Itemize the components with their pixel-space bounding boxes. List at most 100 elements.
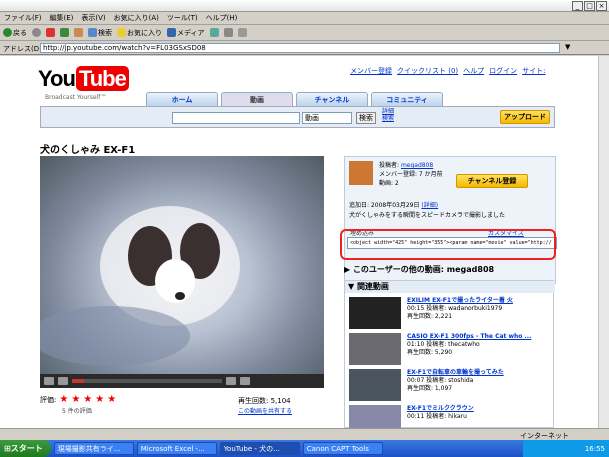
share-link[interactable]: この動画を共有する: [238, 406, 292, 415]
link-help[interactable]: ヘルプ: [463, 66, 484, 76]
dog-image: [30, 206, 240, 366]
search-input[interactable]: [172, 112, 300, 124]
video-title: 犬のくしゃみ EX-F1: [40, 145, 136, 156]
start-button[interactable]: ⊞ スタート: [0, 440, 51, 457]
task-button[interactable]: Canon CAPT Tools: [302, 442, 383, 455]
address-bar: アドレス(D) http://jp.youtube.com/watch?v=FL…: [0, 41, 609, 55]
video-description: 犬がくしゃみをする瞬間をスピードカメラで撮影しました: [349, 212, 506, 219]
forward-button[interactable]: [32, 28, 41, 37]
video-thumbnail[interactable]: [349, 405, 401, 428]
print-icon: [237, 28, 247, 37]
refresh-button[interactable]: [60, 28, 69, 37]
progress-bar[interactable]: [72, 379, 222, 383]
highlight-annotation: [340, 229, 556, 260]
menu-tools[interactable]: ツール(T): [167, 13, 198, 23]
print-button[interactable]: [237, 28, 247, 37]
mail-button[interactable]: [223, 28, 233, 37]
favorites-button[interactable]: お気に入り: [117, 28, 162, 38]
star-icon[interactable]: ★: [71, 394, 80, 405]
mail-icon: [223, 28, 233, 37]
task-button[interactable]: Microsoft Excel -...: [136, 442, 217, 455]
list-item[interactable]: EXILIM EX-F1で撮ったライター着 火 00:15 投稿者: wadano…: [349, 297, 553, 331]
related-header: ▼ 関連動画: [345, 281, 555, 293]
search-submit-button[interactable]: 検索: [356, 112, 376, 124]
video-frame[interactable]: [30, 156, 324, 374]
forward-arrow-icon: [32, 28, 41, 37]
uploader-link[interactable]: megad808: [401, 162, 433, 169]
tab-channels[interactable]: チャンネル: [296, 92, 368, 106]
list-item[interactable]: EX-F1で自転車の車輪を撮ってみた 00:07 投稿者: stoshida 再生回…: [349, 369, 553, 403]
menu-help[interactable]: ヘルプ(H): [206, 13, 238, 23]
search-icon: [88, 28, 97, 37]
stop-button[interactable]: [46, 28, 55, 37]
link-signup[interactable]: メンバー登録: [350, 66, 392, 76]
home-icon: [74, 28, 83, 37]
rating: 評価: ★ ★ ★ ★ ★: [40, 394, 117, 405]
list-item[interactable]: EX-F1でミルククラウン 00:11 投稿者: hikaru: [349, 405, 553, 428]
taskbar: ⊞ スタート 現場撮影共有ライ... Microsoft Excel -... …: [0, 440, 609, 457]
star-icon[interactable]: ★: [83, 394, 92, 405]
fullscreen-icon[interactable]: [240, 377, 250, 385]
list-item[interactable]: CASIO EX-F1 300fps - The Cat who ... 01:1…: [349, 333, 553, 367]
video-player[interactable]: [30, 156, 324, 388]
expand-icon: ▶: [344, 265, 353, 274]
status-bar: インターネット: [0, 428, 609, 440]
search-category-select[interactable]: 動画: [302, 112, 352, 124]
youtube-logo[interactable]: You Tube: [38, 66, 129, 92]
tab-community[interactable]: コミュニティ: [371, 92, 443, 106]
page-viewport: You Tube Broadcast Yourself™ メンバー登録 クイックリ…: [0, 56, 598, 428]
volume-icon[interactable]: [226, 377, 236, 385]
link-quicklist[interactable]: クイックリスト (0): [397, 66, 458, 76]
play-pause-button[interactable]: [44, 377, 54, 385]
added-date: 追加日: 2008年03月29日 (詳細): [349, 202, 439, 209]
minimize-button[interactable]: _: [572, 1, 583, 11]
rating-count: 5 件の評価: [62, 408, 92, 415]
menu-edit[interactable]: 編集(E): [50, 13, 74, 23]
task-button[interactable]: YouTube - 犬の...: [219, 442, 300, 455]
clock[interactable]: 16:55: [585, 445, 605, 453]
back-button[interactable]: 戻る: [3, 28, 27, 38]
video-thumbnail[interactable]: [349, 369, 401, 401]
collapse-icon[interactable]: ▼: [348, 282, 357, 291]
star-icon[interactable]: ★: [107, 394, 116, 405]
top-links: メンバー登録 クイックリスト (0) ヘルプ ログイン サイト:: [350, 66, 546, 76]
star-icon[interactable]: ★: [59, 394, 68, 405]
stop-icon: [46, 28, 55, 37]
window-titlebar: _ □ ×: [0, 0, 609, 12]
video-thumbnail[interactable]: [349, 333, 401, 365]
search-button[interactable]: 検索: [88, 28, 112, 38]
vertical-scrollbar[interactable]: [598, 56, 609, 428]
video-thumbnail[interactable]: [349, 297, 401, 329]
advanced-search-link[interactable]: 詳細 検索: [382, 108, 394, 122]
tab-videos[interactable]: 動画: [221, 92, 293, 106]
system-tray: 16:55: [523, 440, 609, 457]
other-videos-header[interactable]: ▶ このユーザーの他の動画: megad808: [344, 264, 494, 275]
home-button[interactable]: [74, 28, 83, 37]
media-icon: [167, 28, 176, 37]
media-button[interactable]: メディア: [167, 28, 205, 38]
menu-favorites[interactable]: お気に入り(A): [114, 13, 159, 23]
main-tabs: ホーム 動画 チャンネル コミュニティ: [146, 92, 443, 106]
refresh-icon: [60, 28, 69, 37]
history-icon: [209, 28, 219, 37]
address-input[interactable]: http://jp.youtube.com/watch?v=FL03GSxSD0…: [40, 43, 560, 53]
tab-home[interactable]: ホーム: [146, 92, 218, 106]
upload-button[interactable]: アップロード: [500, 110, 550, 124]
subscribe-button[interactable]: チャンネル登録: [456, 174, 528, 188]
stop-icon[interactable]: [58, 377, 68, 385]
link-site[interactable]: サイト:: [522, 66, 545, 76]
menu-view[interactable]: 表示(V): [81, 13, 105, 23]
task-button[interactable]: 現場撮影共有ライ...: [53, 442, 134, 455]
view-count: 再生回数: 5,104: [238, 397, 291, 405]
go-button[interactable]: ▼: [565, 43, 570, 51]
link-login[interactable]: ログイン: [489, 66, 517, 76]
more-link[interactable]: (詳細): [421, 202, 438, 209]
history-button[interactable]: [209, 28, 219, 37]
menu-bar: ファイル(F) 編集(E) 表示(V) お気に入り(A) ツール(T) ヘルプ(…: [0, 12, 609, 25]
star-icon[interactable]: ★: [95, 394, 104, 405]
maximize-button[interactable]: □: [584, 1, 595, 11]
close-button[interactable]: ×: [596, 1, 607, 11]
uploader-info: 投稿者: megad808 メンバー登録: 7 か月前 動画: 2: [379, 162, 443, 187]
menu-file[interactable]: ファイル(F): [4, 13, 42, 23]
avatar[interactable]: [349, 161, 373, 185]
